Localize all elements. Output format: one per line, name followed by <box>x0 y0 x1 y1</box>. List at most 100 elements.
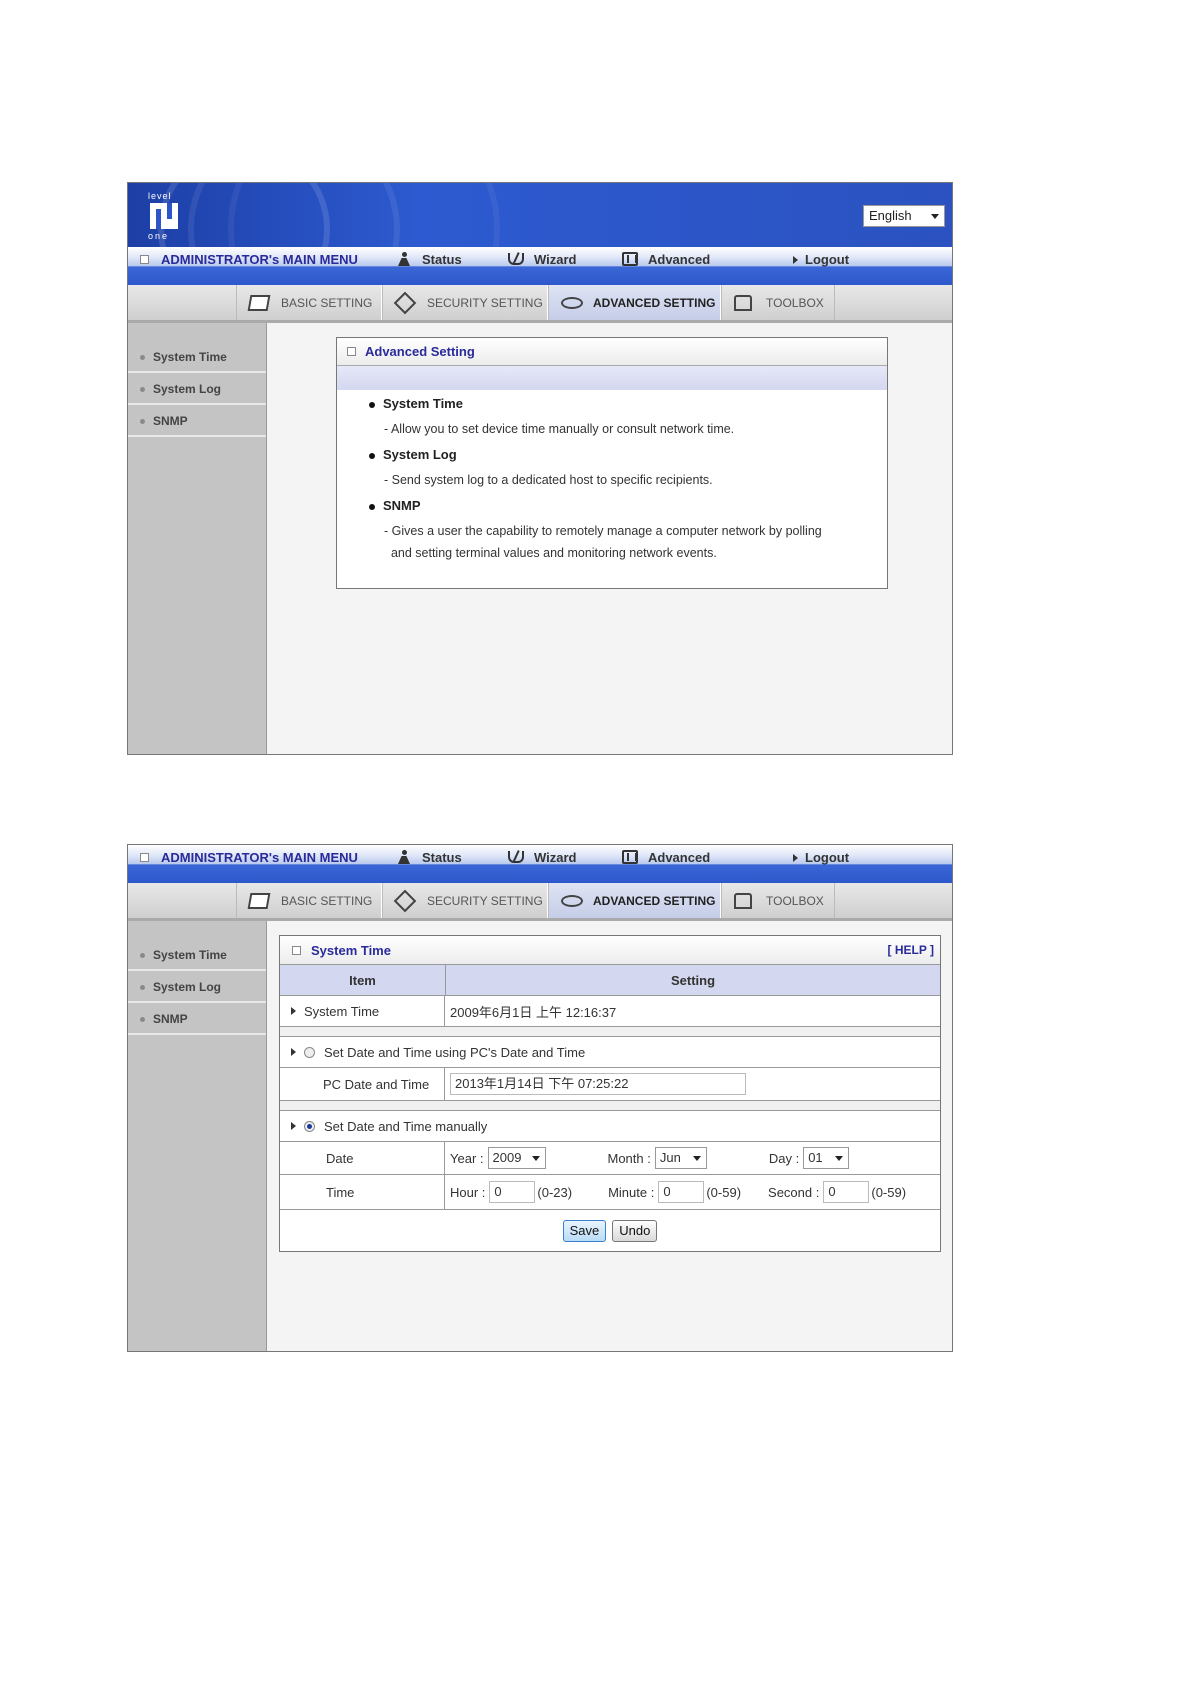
language-select[interactable]: English <box>863 205 945 227</box>
month-value: Jun <box>659 1150 681 1165</box>
sidebar-item-system-log[interactable]: System Log <box>128 375 266 405</box>
system-time-value: 2009年6月1日 上午 12:16:37 <box>450 1004 617 1020</box>
sidebar-item-system-time[interactable]: System Time <box>128 941 266 971</box>
overview-item-desc: - Allow you to set device time manually … <box>384 422 735 436</box>
row-option-pc-time[interactable]: Set Date and Time using PC's Date and Ti… <box>280 1037 940 1068</box>
menu-advanced[interactable]: Advanced <box>622 850 710 865</box>
overview-item-title: SNMP <box>383 498 421 513</box>
advanced-setting-icon <box>559 293 585 313</box>
bullet-icon <box>140 984 145 990</box>
panel-band <box>337 366 887 390</box>
day-select[interactable]: 01 <box>803 1147 850 1169</box>
square-icon <box>140 255 149 264</box>
sidebar-item-label: System Time <box>153 350 227 364</box>
square-icon <box>292 945 301 955</box>
time-label: Time <box>280 1175 445 1209</box>
main-content: System Time [ HELP ] Item Setting System… <box>267 921 952 1351</box>
overview-desc-text: Allow you to set device time manually or… <box>390 422 735 436</box>
tab-basic-label: BASIC SETTING <box>281 295 373 310</box>
overview-item-system-time: System Time <box>369 396 463 411</box>
status-icon <box>396 850 414 865</box>
page-body: System Time System Log SNMP Advanced Set… <box>128 323 952 754</box>
tab-advanced-label: ADVANCED SETTING <box>593 295 716 310</box>
save-button[interactable]: Save <box>562 1219 607 1242</box>
sidebar-item-snmp[interactable]: SNMP <box>128 1005 266 1035</box>
year-value: 2009 <box>492 1150 522 1165</box>
hour-label: Hour : <box>450 1184 486 1200</box>
menu-status-label: Status <box>422 850 462 865</box>
sidebar-item-snmp[interactable]: SNMP <box>128 407 266 437</box>
menu-advanced[interactable]: Advanced <box>622 252 710 267</box>
bullet-icon <box>140 354 145 360</box>
main-menu-title-text: ADMINISTRATOR's MAIN MENU <box>161 252 358 267</box>
radio-manual[interactable] <box>304 1120 315 1132</box>
chevron-down-icon <box>835 1156 844 1161</box>
overview-item-snmp: SNMP <box>369 498 421 513</box>
date-label: Date <box>280 1142 445 1174</box>
menu-wizard[interactable]: Wizard <box>508 252 577 267</box>
month-select[interactable]: Jun <box>654 1147 707 1169</box>
tab-basic-setting[interactable]: BASIC SETTING <box>236 285 382 320</box>
tab-security-label: SECURITY SETTING <box>427 295 543 310</box>
hour-input[interactable]: 0 <box>489 1181 536 1203</box>
tab-toolbox[interactable]: TOOLBOX <box>721 285 835 320</box>
overview-desc-text: Send system log to a dedicated host to s… <box>391 473 713 487</box>
menu-status[interactable]: Status <box>396 850 462 865</box>
sidebar-item-label: System Log <box>153 382 222 396</box>
option-manual-label: Set Date and Time manually <box>324 1118 488 1134</box>
main-menu-bar: ADMINISTRATOR's MAIN MENU Status Wizard … <box>128 845 952 883</box>
row-option-manual[interactable]: Set Date and Time manually <box>280 1111 940 1142</box>
year-label: Year : <box>450 1150 484 1166</box>
menu-logout[interactable]: Logout <box>793 850 849 865</box>
arrow-right-icon <box>793 853 798 862</box>
square-icon <box>140 853 149 862</box>
tab-advanced-setting[interactable]: ADVANCED SETTING <box>548 883 721 918</box>
option-pc-label: Set Date and Time using PC's Date and Ti… <box>324 1044 586 1060</box>
chevron-down-icon <box>692 1156 701 1161</box>
tab-basic-setting[interactable]: BASIC SETTING <box>236 883 382 918</box>
toolbox-icon <box>732 891 758 911</box>
system-time-label: System Time <box>304 1003 380 1019</box>
row-date: Date Year : 2009 Month : Jun Day : 01 <box>280 1142 940 1175</box>
menu-logout-label: Logout <box>805 850 850 865</box>
minute-input[interactable]: 0 <box>658 1181 705 1203</box>
page-body: System Time System Log SNMP System Time … <box>128 921 952 1351</box>
sidebar-item-system-time[interactable]: System Time <box>128 343 266 373</box>
panel-title: Advanced Setting <box>337 338 887 366</box>
radio-pc-time[interactable] <box>304 1046 315 1058</box>
sidebar-item-label: System Time <box>153 948 227 962</box>
minute-range: (0-59) <box>706 1184 742 1200</box>
wizard-icon <box>508 850 526 865</box>
undo-button[interactable]: Undo <box>612 1219 658 1242</box>
security-icon <box>393 891 419 911</box>
tab-security-setting[interactable]: SECURITY SETTING <box>382 285 548 320</box>
pc-date-time-field: 2013年1月14日 下午 07:25:22 <box>450 1073 746 1095</box>
panel-title-text: Advanced Setting <box>365 344 475 359</box>
menu-status[interactable]: Status <box>396 252 462 267</box>
tab-advanced-setting[interactable]: ADVANCED SETTING <box>548 285 721 320</box>
tab-security-setting[interactable]: SECURITY SETTING <box>382 883 548 918</box>
advanced-setting-panel: Advanced Setting System Time - Allow you… <box>336 337 888 589</box>
menu-logout[interactable]: Logout <box>793 252 849 267</box>
row-spacer <box>280 1101 940 1111</box>
second-input[interactable]: 0 <box>823 1181 870 1203</box>
header-banner: level one English <box>128 183 952 247</box>
help-link[interactable]: [ HELP ] <box>888 943 934 957</box>
bullet-icon <box>369 452 375 459</box>
tab-toolbox[interactable]: TOOLBOX <box>721 883 835 918</box>
tab-toolbox-label: TOOLBOX <box>766 893 824 908</box>
menu-advanced-label: Advanced <box>648 850 711 865</box>
row-system-time: System Time 2009年6月1日 上午 12:16:37 <box>280 996 940 1027</box>
sidebar-item-system-log[interactable]: System Log <box>128 973 266 1003</box>
toolbox-icon <box>732 293 758 313</box>
form-title-text: System Time <box>311 942 391 958</box>
language-value: English <box>869 208 912 223</box>
year-select[interactable]: 2009 <box>487 1147 546 1169</box>
overview-desc-text: and setting terminal values and monitori… <box>390 546 717 560</box>
menu-wizard[interactable]: Wizard <box>508 850 577 865</box>
arrow-right-icon <box>793 255 798 264</box>
table-header: Item Setting <box>280 965 940 996</box>
sidebar-item-label: SNMP <box>153 414 188 428</box>
main-menu-title-text: ADMINISTRATOR's MAIN MENU <box>161 850 358 865</box>
menu-wizard-label: Wizard <box>534 252 577 267</box>
